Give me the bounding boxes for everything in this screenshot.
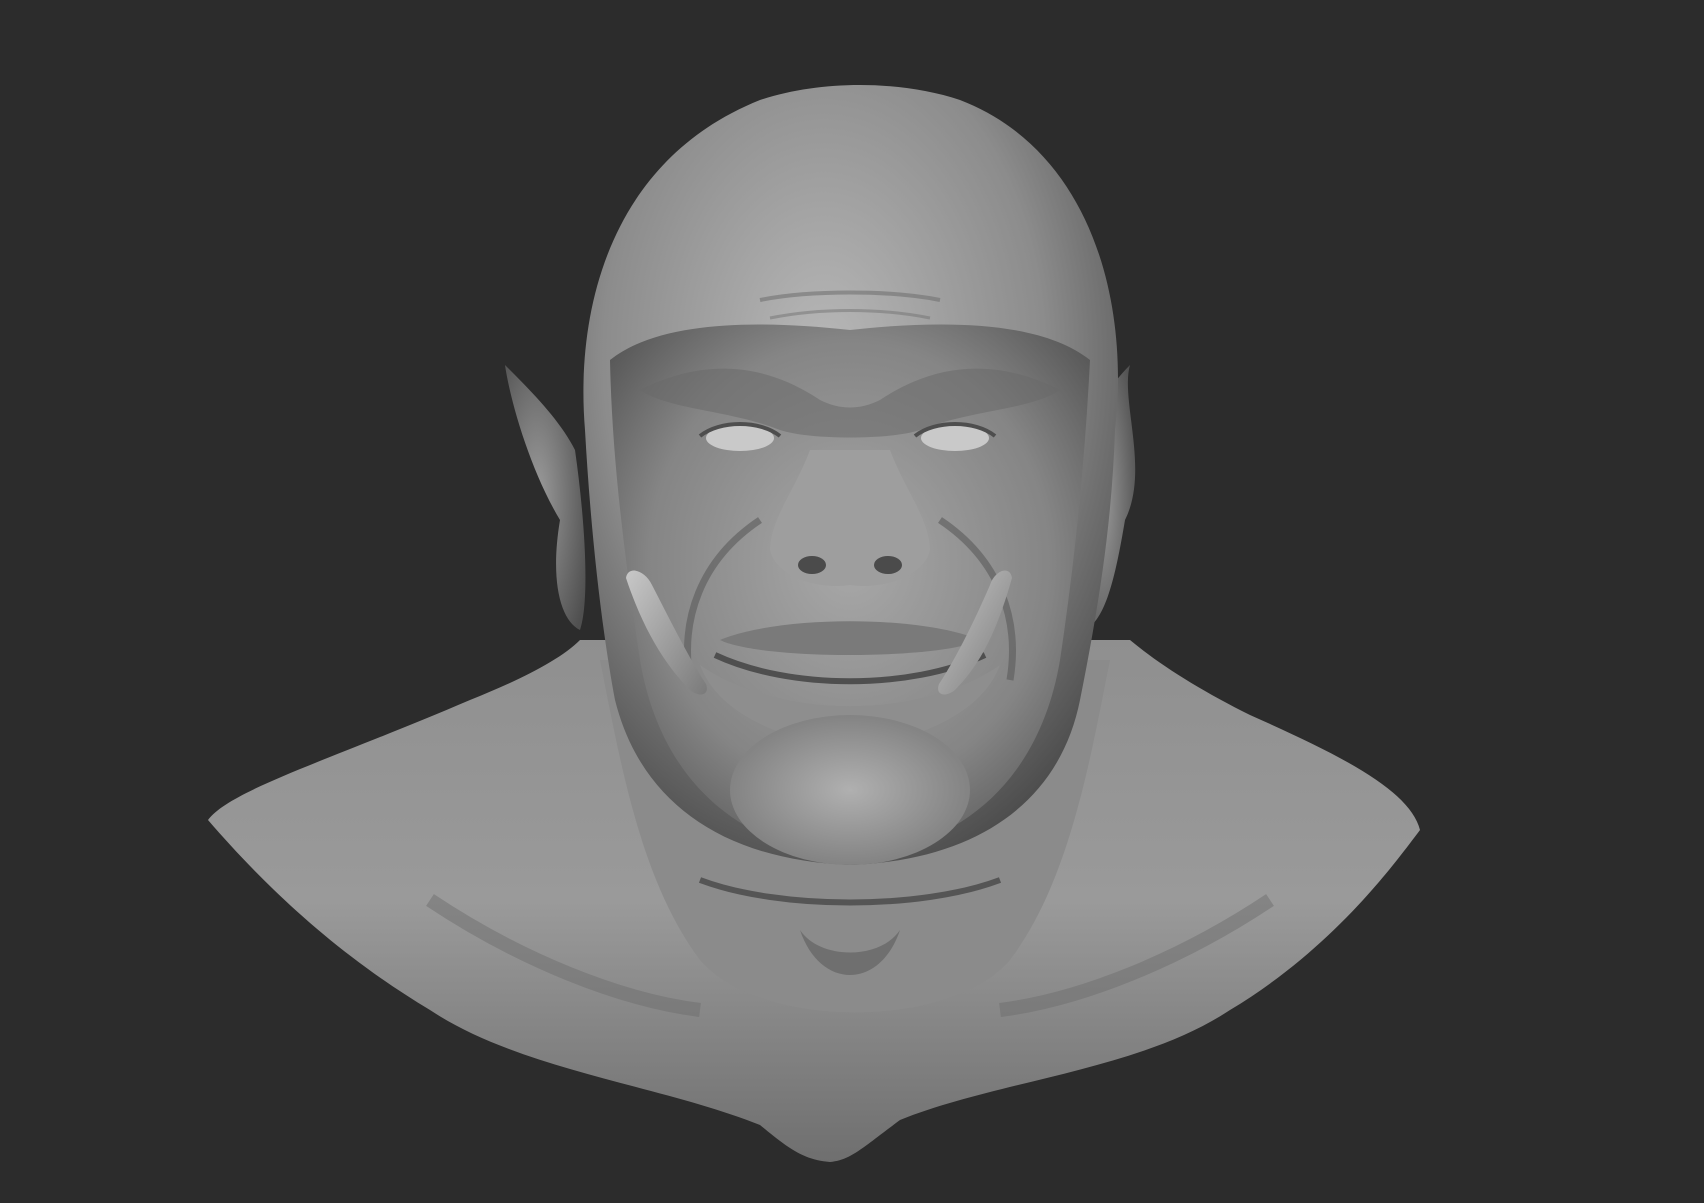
left-ear (505, 365, 586, 630)
render-viewport (0, 0, 1704, 1203)
orc-bust-sculpt (208, 85, 1420, 1162)
chin (730, 715, 970, 865)
